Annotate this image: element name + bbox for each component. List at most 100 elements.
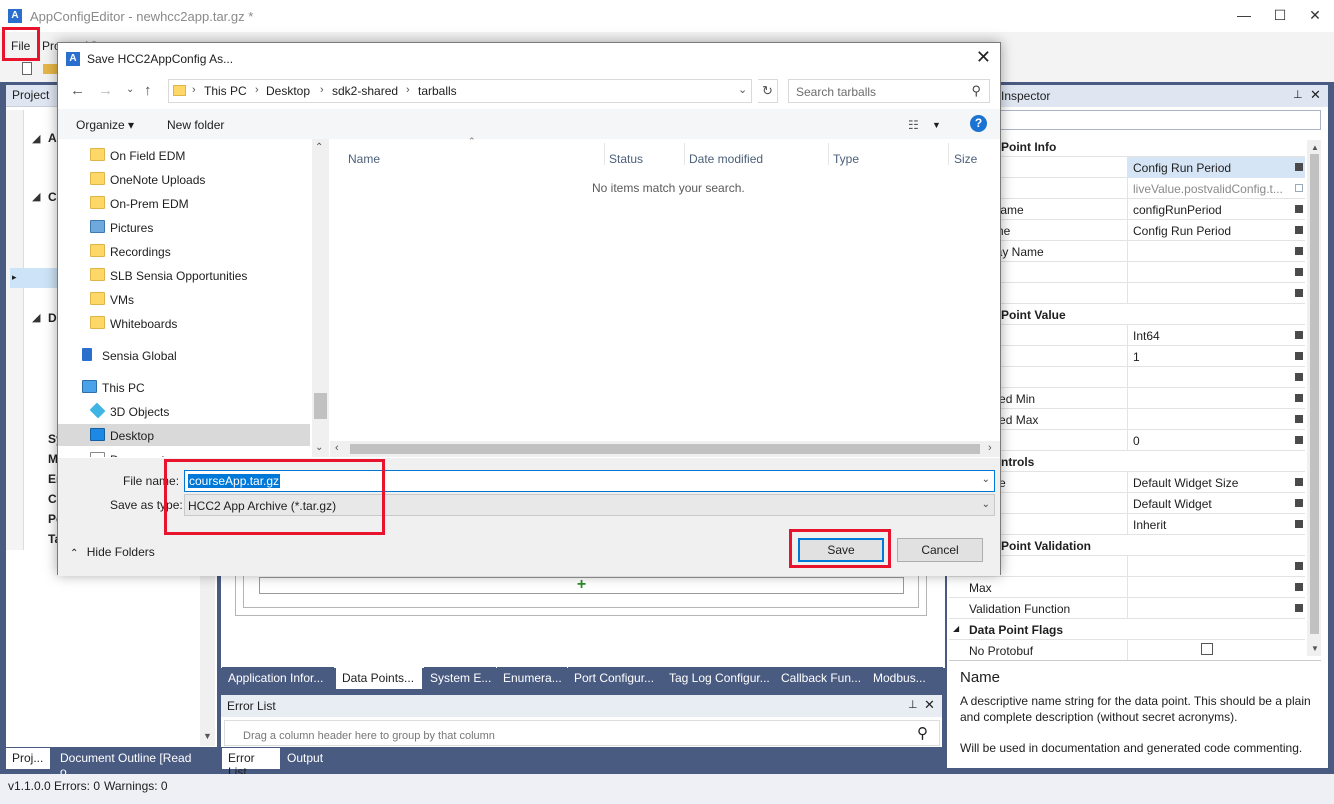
- breadcrumb-separator-icon[interactable]: ›: [320, 84, 324, 96]
- nav-item[interactable]: OneNote Uploads: [58, 168, 310, 190]
- property-row[interactable]: [949, 367, 1305, 388]
- property-group[interactable]: Data Point Flags ◢: [949, 619, 1305, 640]
- address-bar[interactable]: › This PC › Desktop › sdk2-shared › tarb…: [168, 79, 752, 103]
- forward-arrow-icon[interactable]: →: [98, 82, 113, 99]
- new-folder-button[interactable]: New folder: [167, 118, 224, 132]
- property-row[interactable]: TypeInt64: [949, 325, 1305, 346]
- property-row[interactable]: Validation Function: [949, 598, 1305, 619]
- scroll-up-icon[interactable]: ▲: [1311, 143, 1319, 152]
- tree-expander-icon[interactable]: ◢: [32, 190, 44, 203]
- tree-item[interactable]: C: [48, 190, 57, 204]
- property-value[interactable]: [1127, 556, 1305, 577]
- nav-item[interactable]: VMs: [58, 288, 310, 310]
- add-item-button[interactable]: +: [259, 577, 904, 594]
- breadcrumb-sdk2-shared[interactable]: sdk2-shared: [332, 84, 398, 98]
- property-row[interactable]: y NameConfig Run Period: [949, 220, 1305, 241]
- property-row[interactable]: Inherit: [949, 514, 1305, 535]
- property-value[interactable]: Default Widget: [1127, 493, 1305, 514]
- refresh-icon[interactable]: ↻: [758, 79, 778, 103]
- nav-item[interactable]: Desktop: [58, 424, 310, 446]
- tab-port-configuration[interactable]: Port Configur...: [568, 667, 664, 689]
- property-value[interactable]: Inherit: [1127, 514, 1305, 535]
- scroll-down-icon[interactable]: ▼: [203, 731, 212, 741]
- tab-tag-log-configuration[interactable]: Tag Log Configur...: [663, 667, 777, 689]
- breadcrumb-separator-icon[interactable]: ›: [255, 84, 259, 96]
- new-file-icon[interactable]: [22, 62, 32, 75]
- breadcrumb-separator-icon[interactable]: ›: [406, 84, 410, 96]
- breadcrumb-tarballs[interactable]: tarballs: [418, 84, 457, 98]
- property-marker-icon[interactable]: [1295, 436, 1303, 444]
- close-button[interactable]: ✕: [1307, 7, 1323, 23]
- inspector-search-input[interactable]: [949, 110, 1321, 130]
- property-group[interactable]: Point Value: [949, 304, 1305, 325]
- inspector-scroll-thumb[interactable]: [1310, 154, 1319, 634]
- pin-icon[interactable]: ⊥: [1293, 88, 1303, 101]
- property-marker-icon[interactable]: [1295, 373, 1303, 381]
- tree-expander-icon[interactable]: ◢: [32, 132, 44, 145]
- file-name-dropdown-icon[interactable]: ⌄: [982, 474, 990, 485]
- view-dropdown-chevron-icon[interactable]: ▼: [932, 120, 941, 130]
- breadcrumb-desktop[interactable]: Desktop: [266, 84, 310, 98]
- property-group[interactable]: Point Info: [949, 136, 1305, 157]
- nav-item[interactable]: Pictures: [58, 216, 310, 238]
- nav-item[interactable]: SLB Sensia Opportunities: [58, 264, 310, 286]
- property-row[interactable]: ameliveValue.postvalidConfig.t...: [949, 178, 1305, 199]
- property-row[interactable]: Config Run Period: [949, 157, 1305, 178]
- scroll-down-icon[interactable]: ⌄: [315, 442, 323, 453]
- property-row[interactable]: nent: [949, 283, 1305, 304]
- pin-icon[interactable]: ⊥: [908, 698, 918, 711]
- tab-document-outline[interactable]: Document Outline [Read o...: [54, 748, 217, 779]
- back-arrow-icon[interactable]: ←: [70, 82, 85, 99]
- property-value[interactable]: [1127, 283, 1305, 304]
- property-marker-icon[interactable]: [1295, 247, 1303, 255]
- property-group[interactable]: Point Validation: [949, 535, 1305, 556]
- property-marker-icon[interactable]: [1295, 394, 1303, 402]
- nav-item[interactable]: 3D Objects: [58, 400, 310, 422]
- property-row[interactable]: mended Max: [949, 409, 1305, 430]
- property-group[interactable]: ntrols: [949, 451, 1305, 472]
- open-folder-icon[interactable]: [43, 64, 57, 74]
- close-panel-icon[interactable]: ✕: [1310, 87, 1321, 103]
- property-value[interactable]: 1: [1127, 346, 1305, 367]
- maximize-button[interactable]: ☐: [1272, 7, 1288, 23]
- column-date-modified[interactable]: Date modified: [689, 152, 763, 166]
- property-marker-icon[interactable]: [1295, 163, 1303, 171]
- tab-system-e[interactable]: System E...: [424, 667, 496, 689]
- no-protobuf-checkbox[interactable]: [1201, 643, 1213, 655]
- nav-item[interactable]: Sensia Global: [58, 344, 310, 366]
- nav-item[interactable]: On Field EDM: [58, 144, 310, 166]
- property-value[interactable]: 0: [1127, 430, 1305, 451]
- property-row[interactable]: No Protobuf: [949, 640, 1305, 661]
- tab-enumerations[interactable]: Enumera...: [497, 667, 567, 689]
- property-marker-icon[interactable]: [1295, 184, 1303, 192]
- property-value[interactable]: liveValue.postvalidConfig.t...: [1127, 178, 1305, 199]
- address-dropdown-icon[interactable]: ⌄: [738, 83, 747, 96]
- property-row[interactable]: etDefault Widget: [949, 493, 1305, 514]
- property-marker-icon[interactable]: [1295, 205, 1303, 213]
- nav-item[interactable]: This PC: [58, 376, 310, 398]
- property-value[interactable]: [1127, 577, 1305, 598]
- property-value[interactable]: [1127, 388, 1305, 409]
- group-by-area[interactable]: Drag a column header here to group by th…: [224, 720, 940, 746]
- property-value[interactable]: Config Run Period: [1127, 157, 1305, 178]
- property-marker-icon[interactable]: [1295, 268, 1303, 276]
- nav-item[interactable]: On-Prem EDM: [58, 192, 310, 214]
- column-status[interactable]: Status: [609, 152, 643, 166]
- property-value[interactable]: Config Run Period: [1127, 220, 1305, 241]
- column-name[interactable]: Name: [348, 152, 380, 166]
- property-marker-icon[interactable]: [1295, 562, 1303, 570]
- view-options-icon[interactable]: ☷: [908, 118, 919, 132]
- horizontal-scroll-thumb[interactable]: [350, 444, 980, 454]
- tree-item[interactable]: A: [48, 131, 57, 145]
- property-row[interactable]: Display Name: [949, 241, 1305, 262]
- tab-callback-functions[interactable]: Callback Fun...: [775, 667, 867, 689]
- hide-folders-toggle[interactable]: ⌃ Hide Folders: [70, 545, 155, 559]
- property-marker-icon[interactable]: [1295, 226, 1303, 234]
- breadcrumb-this-pc[interactable]: This PC: [204, 84, 247, 98]
- tab-output[interactable]: Output: [281, 748, 331, 769]
- tree-expander-icon[interactable]: ◢: [32, 311, 44, 324]
- group-expander-icon[interactable]: ◢: [953, 624, 959, 633]
- property-row[interactable]: et SizeDefault Widget Size: [949, 472, 1305, 493]
- property-marker-icon[interactable]: [1295, 499, 1303, 507]
- minimize-button[interactable]: —: [1236, 7, 1252, 23]
